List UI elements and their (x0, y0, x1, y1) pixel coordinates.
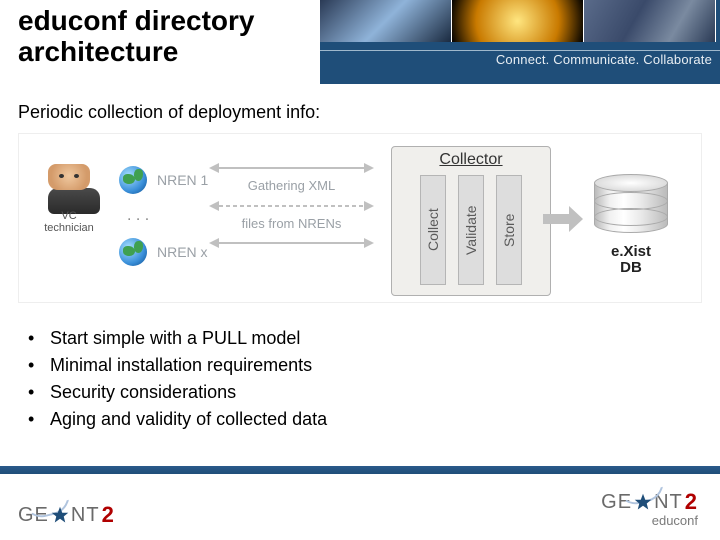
footer-band (0, 466, 720, 474)
gathering-text-l1: Gathering XML (209, 178, 374, 194)
db-label-l1: e.Xist (611, 243, 651, 260)
subtitle: Periodic collection of deployment info: (18, 102, 320, 123)
double-arrow-icon (209, 237, 374, 249)
header-image-1 (320, 0, 452, 42)
bullet-item: •Security considerations (28, 382, 327, 403)
globe-icon (119, 238, 147, 266)
bullet-item: •Aging and validity of collected data (28, 409, 327, 430)
bullet-text: Start simple with a PULL model (50, 328, 300, 349)
collector-box: Collector Collect Validate Store (391, 146, 551, 296)
nren-row-ellipsis: . . . (119, 198, 208, 234)
geant-logo-text: GENT2 (601, 489, 698, 515)
star-icon (634, 493, 652, 511)
exist-db: e.Xist DB (581, 174, 681, 276)
footer: GENT2 GENT2 educonf (0, 466, 720, 540)
bullet-text: Minimal installation requirements (50, 355, 312, 376)
arrows-block: Gathering XML files from NRENs (209, 162, 374, 257)
header: educonf directory architecture Connect. … (0, 0, 720, 84)
nren-list: NREN 1 . . . NREN x (119, 162, 208, 270)
double-arrow-dashed-icon (209, 200, 374, 212)
bullet-item: •Start simple with a PULL model (28, 328, 327, 349)
nren-row-x: NREN x (119, 234, 208, 270)
slide-title-area: educonf directory architecture (18, 6, 318, 68)
vc-technician: VCtechnician (37, 164, 101, 234)
ellipsis: . . . (119, 206, 149, 226)
person-icon (48, 164, 90, 206)
bullet-text: Security considerations (50, 382, 236, 403)
architecture-diagram: VCtechnician NREN 1 . . . NREN x Gatheri… (18, 133, 702, 303)
logo-two: 2 (685, 489, 698, 515)
header-band: Connect. Communicate. Collaborate (320, 0, 720, 84)
header-images (320, 0, 720, 42)
footer-logo-right: GENT2 educonf (601, 489, 698, 528)
bullet-item: •Minimal installation requirements (28, 355, 327, 376)
db-label-l2: DB (620, 259, 642, 276)
technician-label: VCtechnician (37, 210, 101, 234)
stage-store: Store (496, 175, 522, 285)
bullet-list: •Start simple with a PULL model •Minimal… (28, 328, 327, 436)
db-label: e.Xist DB (581, 244, 681, 276)
double-arrow-icon (209, 162, 374, 174)
footer-sub: educonf (601, 513, 698, 528)
footer-logo-left: GENT2 (18, 502, 115, 528)
stage-validate: Validate (458, 175, 484, 285)
bullet-text: Aging and validity of collected data (50, 409, 327, 430)
gathering-text-l2: files from NRENs (209, 216, 374, 232)
slide-title: educonf directory architecture (18, 6, 318, 68)
stage-collect: Collect (420, 175, 446, 285)
logo-two: 2 (102, 502, 115, 528)
nren-row-1: NREN 1 (119, 162, 208, 198)
header-image-2 (452, 0, 584, 42)
nren-label-x: NREN x (157, 244, 208, 260)
tagline-divider (320, 50, 720, 51)
globe-icon (119, 166, 147, 194)
nren-label-1: NREN 1 (157, 172, 208, 188)
header-image-3 (584, 0, 716, 42)
collector-title: Collector (402, 151, 540, 169)
collector-stages: Collect Validate Store (402, 175, 540, 285)
tagline: Connect. Communicate. Collaborate (496, 52, 712, 67)
store-arrow-icon (543, 206, 583, 232)
database-icon (594, 174, 668, 238)
star-icon (51, 506, 69, 524)
